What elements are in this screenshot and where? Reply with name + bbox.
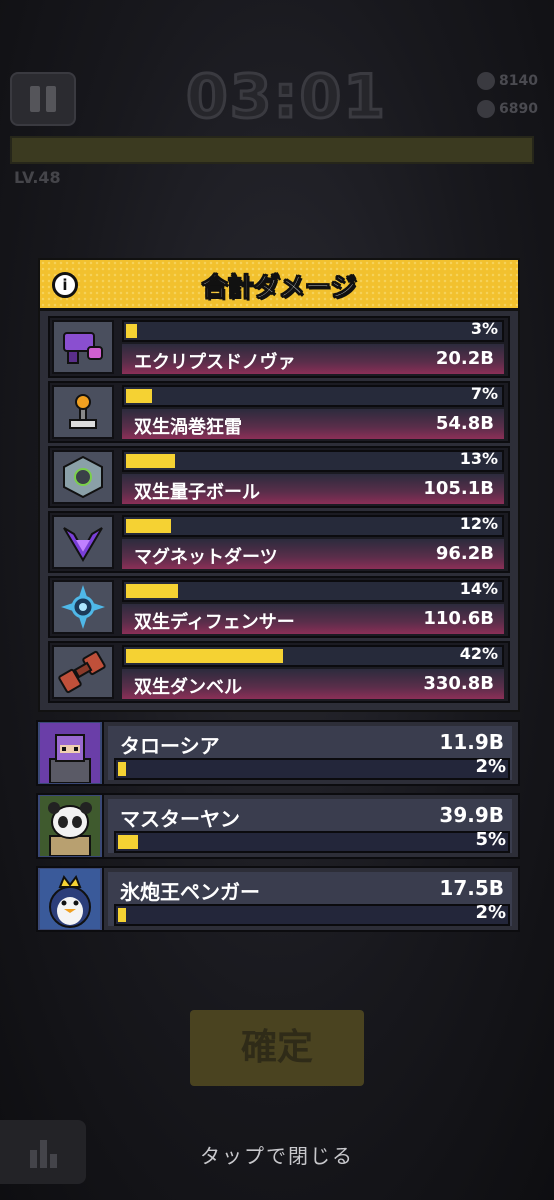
weapon-row: 3% エクリプスドノヴァ 20.2B — [48, 316, 510, 378]
eclipse-gun-icon — [52, 320, 114, 374]
companion-row: タローシア 11.9B 2% — [36, 720, 520, 786]
weapon-damage-bar — [122, 580, 504, 602]
weapon-name-strip: 双生ダンベル 330.8B — [122, 669, 504, 699]
master-yan-portrait — [38, 795, 104, 857]
weapon-damage-bar-fill — [126, 649, 284, 663]
weapon-damage-bar-fill — [126, 324, 138, 338]
companion-damage-bar — [114, 904, 510, 926]
companion-name: タローシア — [120, 734, 220, 758]
weapon-damage-bar — [122, 645, 504, 667]
weapon-name-strip: 双生ディフェンサー 110.6B — [122, 604, 504, 634]
weapon-damage-bar — [122, 450, 504, 472]
weapon-damage: 110.6B — [423, 608, 494, 629]
companion-damage: 39.9B — [439, 803, 504, 827]
companion-row: マスターヤン 39.9B 5% — [36, 793, 520, 859]
weapon-damage: 20.2B — [435, 348, 494, 369]
companion-damage: 17.5B — [439, 876, 504, 900]
dumbbell-icon — [52, 645, 114, 699]
companion-percent: 2% — [475, 756, 506, 777]
weapon-damage-bar-fill — [126, 584, 179, 598]
weapon-damage: 96.2B — [435, 543, 494, 564]
penguin-king-portrait — [38, 868, 104, 930]
weapon-row: 7% 双生渦巻狂雷 54.8B — [48, 381, 510, 443]
weapon-damage: 105.1B — [423, 478, 494, 499]
weapon-row: 14% 双生ディフェンサー 110.6B — [48, 576, 510, 638]
level-label: LV.48 — [14, 168, 61, 187]
weapon-percent: 42% — [459, 644, 498, 663]
companion-row: 氷炮王ペンガー 17.5B 2% — [36, 866, 520, 932]
weapon-name-strip: マグネットダーツ 96.2B — [122, 539, 504, 569]
weapon-percent: 7% — [470, 384, 498, 403]
kill-counter: 6890 — [477, 100, 538, 118]
weapon-damage-bar-fill — [126, 389, 153, 403]
pause-button[interactable] — [10, 72, 76, 126]
coin-icon — [477, 72, 496, 90]
companion-percent: 5% — [475, 829, 506, 850]
weapon-name: 双生ダンベル — [134, 677, 242, 698]
panel-header: i 合計ダメージ — [40, 260, 518, 311]
coin-count: 8140 — [499, 73, 538, 89]
magnet-dart-icon — [52, 515, 114, 569]
pause-icon — [30, 86, 40, 112]
kill-count: 6890 — [499, 101, 538, 117]
weapon-row: 13% 双生量子ボール 105.1B — [48, 446, 510, 508]
weapon-damage-bar-fill — [126, 454, 175, 468]
weapon-name-strip: 双生渦巻狂雷 54.8B — [122, 409, 504, 439]
weapon-percent: 13% — [459, 449, 498, 468]
confirm-button[interactable]: 確定 — [190, 1010, 364, 1086]
taroshia-portrait — [38, 722, 104, 784]
weapon-damage: 54.8B — [435, 413, 494, 434]
companion-damage-bar — [114, 758, 510, 780]
quantum-ball-icon — [52, 450, 114, 504]
weapon-name: エクリプスドノヴァ — [134, 352, 296, 373]
companion-damage: 11.9B — [439, 730, 504, 754]
total-damage-panel: i 合計ダメージ 3% エクリプスドノヴァ 20.2B 7% 双生渦巻狂雷 54… — [38, 258, 520, 712]
companion-damage-bar-fill — [118, 762, 126, 776]
xp-bar — [10, 136, 534, 164]
companion-damage-bar — [114, 831, 510, 853]
companion-name: 氷炮王ペンガー — [120, 880, 260, 904]
weapon-name-strip: 双生量子ボール 105.1B — [122, 474, 504, 504]
weapon-damage-bar — [122, 320, 504, 342]
tap-to-close-hint[interactable]: タップで閉じる — [0, 1140, 554, 1169]
companion-name: マスターヤン — [120, 807, 240, 831]
weapon-damage: 330.8B — [423, 673, 494, 694]
weapon-name: 双生渦巻狂雷 — [134, 417, 242, 438]
lightning-tower-icon — [52, 385, 114, 439]
companion-damage-bar-fill — [118, 835, 138, 849]
weapon-name: マグネットダーツ — [134, 547, 278, 568]
companion-damage-bar-fill — [118, 908, 126, 922]
weapon-percent: 12% — [459, 514, 498, 533]
weapon-damage-bar — [122, 385, 504, 407]
skull-icon — [477, 100, 496, 118]
weapon-percent: 3% — [470, 319, 498, 338]
weapon-damage-bar-fill — [126, 519, 171, 533]
weapon-name: 双生量子ボール — [134, 482, 260, 503]
weapon-row: 42% 双生ダンベル 330.8B — [48, 641, 510, 703]
panel-title: 合計ダメージ — [201, 273, 357, 304]
weapon-name: 双生ディフェンサー — [134, 612, 295, 633]
weapon-row: 12% マグネットダーツ 96.2B — [48, 511, 510, 573]
weapon-damage-bar — [122, 515, 504, 537]
game-timer: 03:01 — [185, 61, 387, 134]
companion-percent: 2% — [475, 902, 506, 923]
coin-counter: 8140 — [477, 72, 538, 90]
defender-icon — [52, 580, 114, 634]
weapon-percent: 14% — [459, 579, 498, 598]
pause-icon-bar — [46, 86, 56, 112]
weapon-name-strip: エクリプスドノヴァ 20.2B — [122, 344, 504, 374]
